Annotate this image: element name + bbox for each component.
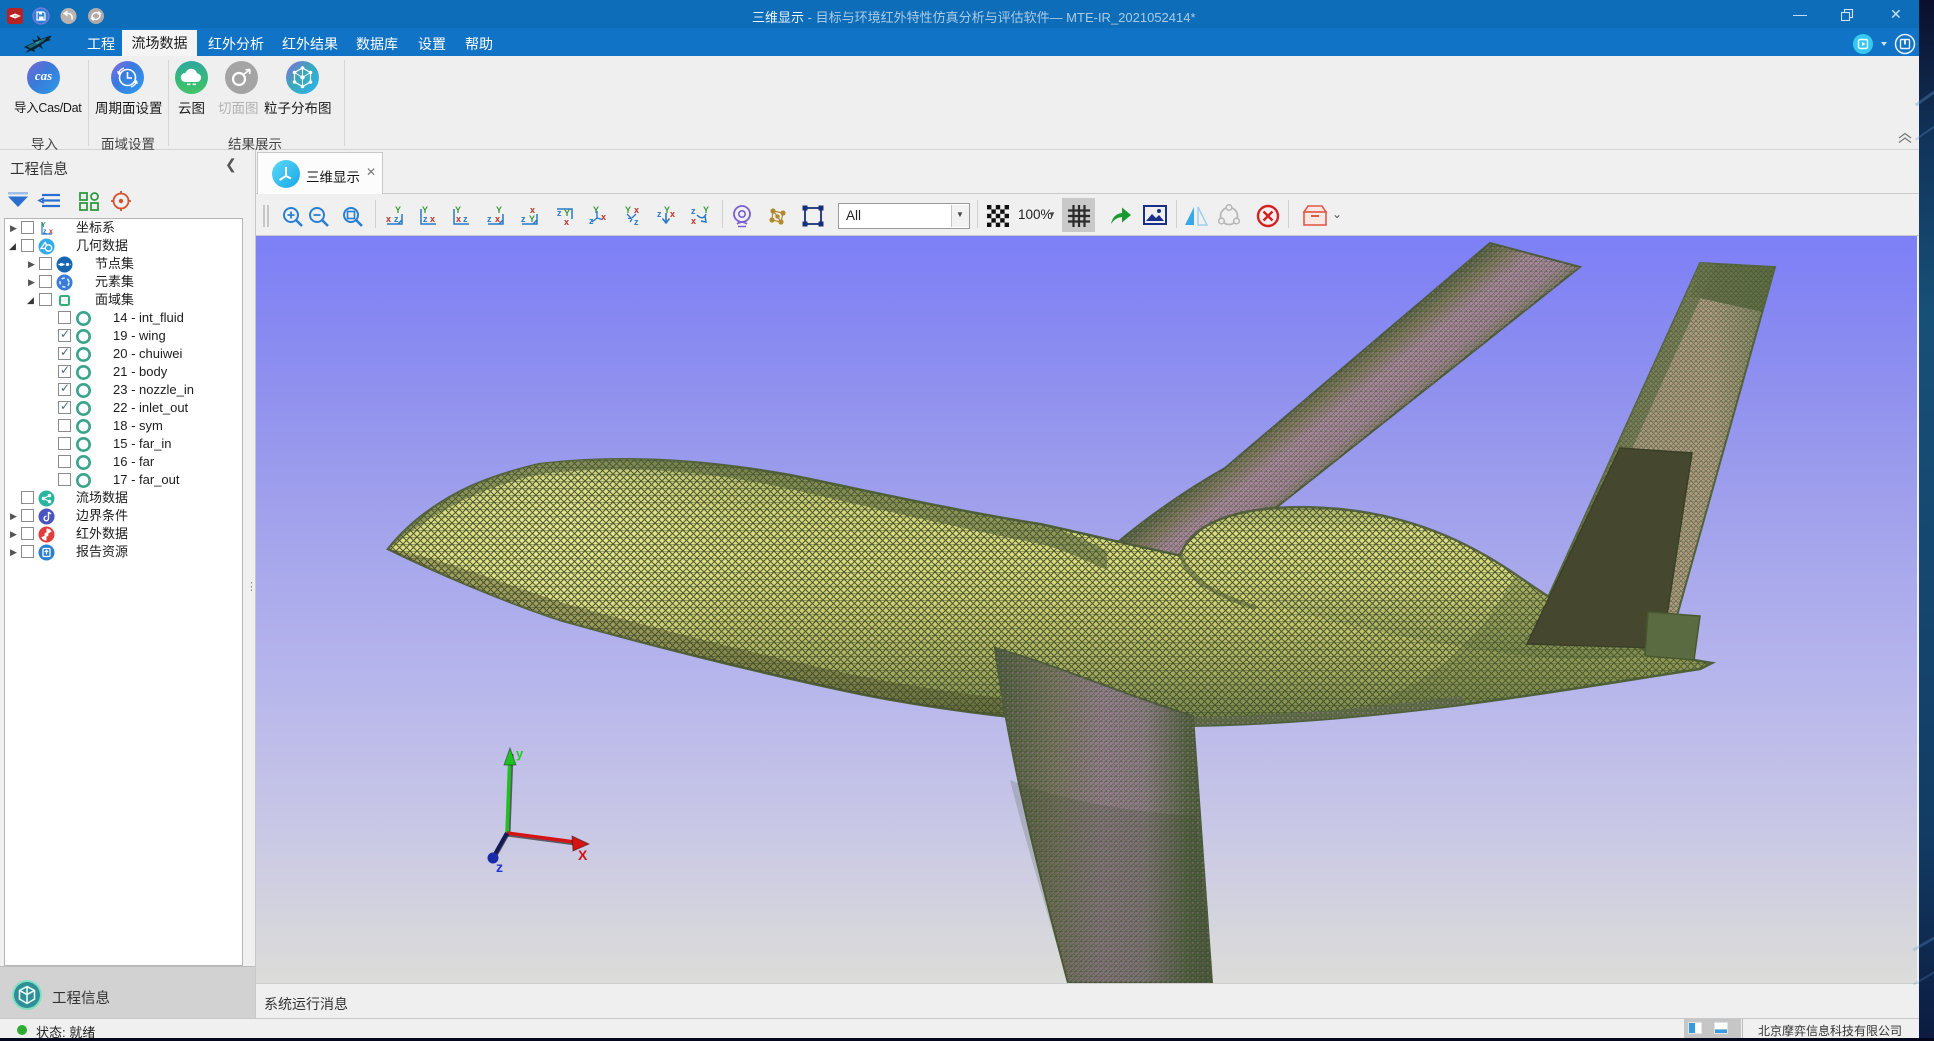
svg-text:x: x [634,205,639,215]
svg-text:z: z [634,217,639,226]
svg-text:x: x [430,214,435,224]
svg-text:z: z [43,229,47,236]
svg-text:x: x [564,217,569,226]
svg-text:z: z [521,214,526,224]
svg-text:x: x [670,209,675,219]
svg-text:y: y [516,746,524,761]
svg-text:x: x [456,214,461,224]
svg-text:z: z [557,208,562,218]
svg-text:z: z [423,214,428,224]
svg-text:x: x [49,229,53,236]
svg-text:Y: Y [703,205,709,215]
svg-text:z: z [691,206,696,216]
svg-text:z: z [394,214,399,224]
svg-text:z: z [487,214,492,224]
svg-text:X: X [578,847,588,863]
svg-text:x: x [386,214,391,224]
svg-text:x: x [691,216,696,226]
svg-text:Y: Y [593,205,599,215]
svg-text:z: z [496,859,503,875]
svg-text:z: z [657,209,662,219]
svg-text:x: x [495,214,500,224]
svg-text:x: x [601,212,606,222]
svg-text:Y: Y [625,205,631,215]
svg-text:z: z [463,214,468,224]
